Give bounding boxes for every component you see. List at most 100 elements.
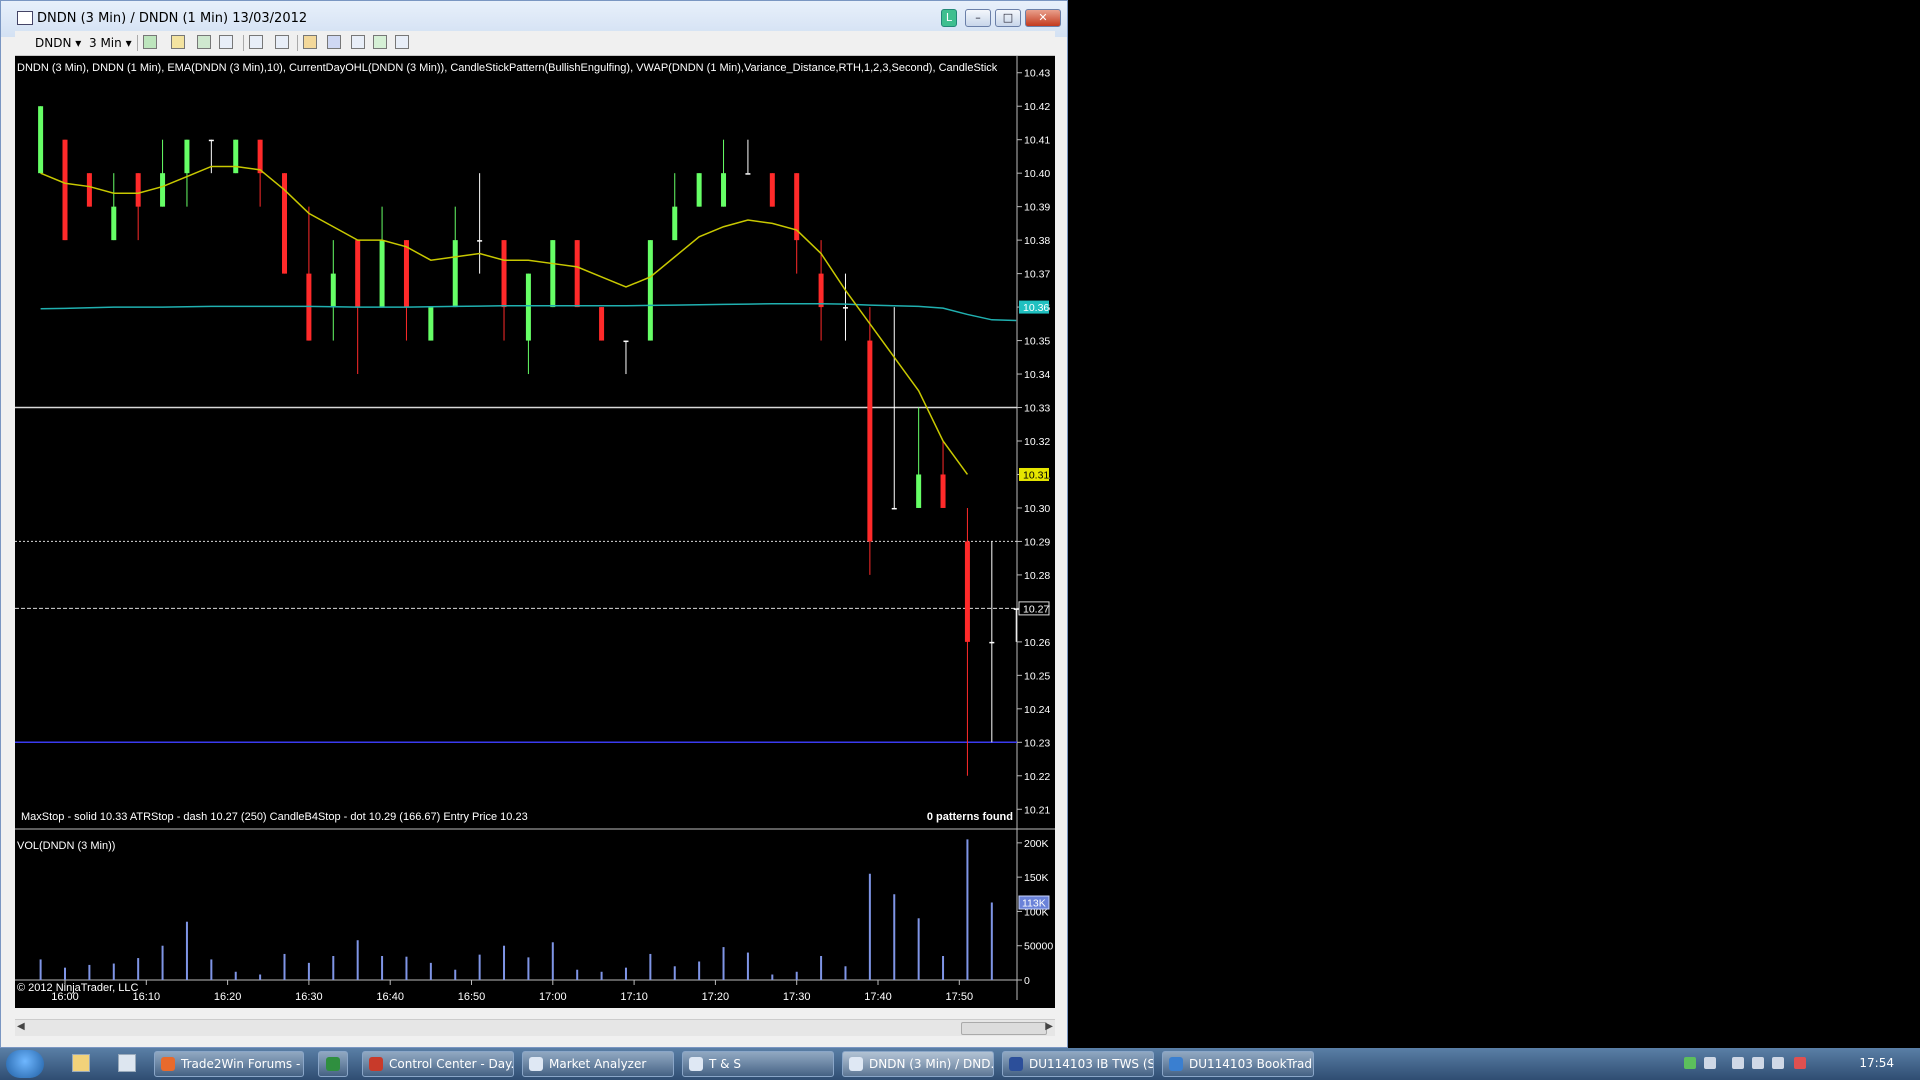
chart-window: DNDN (3 Min) / DNDN (1 Min) 13/03/2012 L… xyxy=(0,0,1068,1048)
chart-app-icon xyxy=(17,11,33,25)
patterns-found-label: 0 patterns found xyxy=(927,811,1013,823)
candle xyxy=(233,139,239,174)
instrument-selector[interactable]: DNDN ▾ xyxy=(35,34,81,52)
price-tick-label: 10.28 xyxy=(1024,570,1050,582)
taskbar-item-label: DU114103 BookTrad... xyxy=(1189,1057,1314,1071)
candle-body xyxy=(867,340,873,542)
crosshair-icon[interactable] xyxy=(249,35,263,49)
taskbar-item-time-and-sales[interactable]: T & S xyxy=(682,1051,834,1077)
candle-body xyxy=(403,240,409,308)
taskbar-item-control-center[interactable]: Control Center - Day... xyxy=(362,1051,514,1077)
zoom-out-icon[interactable] xyxy=(219,35,233,49)
volume-badge-text: 113K xyxy=(1022,898,1046,910)
display-icon[interactable] xyxy=(1752,1057,1764,1069)
taskbar-item-booktrader[interactable]: DU114103 BookTrad... xyxy=(1162,1051,1314,1077)
time-tick-label: 17:10 xyxy=(620,991,648,1003)
close-button[interactable]: ✕ xyxy=(1025,9,1061,27)
candle-body xyxy=(233,139,239,174)
network-status-icon[interactable] xyxy=(1684,1057,1696,1069)
scroll-right-icon[interactable]: ▶ xyxy=(1045,1021,1053,1032)
layout-l-badge[interactable]: L xyxy=(941,9,957,27)
taskbar-item-label: Market Analyzer xyxy=(549,1057,647,1071)
candle-body xyxy=(696,173,702,207)
taskbar-clock[interactable]: 17:54 xyxy=(1859,1056,1894,1070)
taskbar-item-market-analyzer[interactable]: Market Analyzer xyxy=(522,1051,674,1077)
price-chart-area[interactable]: 10.43 10.42 10.41 10.40 10.39 10.38 10.37 10.36… xyxy=(15,56,1055,1008)
price-tick-label: 10.22 xyxy=(1024,771,1050,783)
price-tick-label: 10.26 xyxy=(1024,637,1050,649)
price-tick-label: 10.40 xyxy=(1024,168,1050,180)
candle-body xyxy=(355,240,361,308)
system-tray: 17:54 xyxy=(1676,1048,1920,1080)
candle-body xyxy=(842,307,848,309)
candle xyxy=(38,106,44,174)
scroll-left-icon[interactable]: ◀ xyxy=(17,1021,25,1032)
candle-body xyxy=(745,173,751,175)
windows-taskbar: Trade2Win Forums - ... Control Center - … xyxy=(0,1048,1920,1080)
candle xyxy=(86,173,92,207)
taskbar-item-chart[interactable]: DNDN (3 Min) / DND... xyxy=(842,1051,994,1077)
horizontal-scrollbar[interactable]: ◀ ▶ xyxy=(15,1019,1055,1036)
scroll-thumb[interactable] xyxy=(961,1022,1047,1035)
candle-body xyxy=(623,340,629,343)
candle-body xyxy=(672,206,678,241)
flag-icon[interactable] xyxy=(1732,1057,1744,1069)
candle-body xyxy=(940,474,946,508)
taskbar-item-excel[interactable] xyxy=(318,1051,348,1077)
chart-toolbar: DNDN ▾ 3 Min ▾ xyxy=(15,31,1055,56)
time-tick-label: 16:40 xyxy=(376,991,404,1003)
candle-body xyxy=(452,240,458,308)
candle xyxy=(867,307,873,575)
volume-tick-label: 0 xyxy=(1024,975,1030,987)
taskbar-item-ib-tws[interactable]: DU114103 IB TWS (Si... xyxy=(1002,1051,1154,1077)
show-desktop-icon[interactable] xyxy=(118,1054,136,1072)
interval-label: 3 Min xyxy=(89,36,122,50)
time-tick-label: 17:00 xyxy=(539,991,567,1003)
candle-body xyxy=(111,206,117,241)
taskbar-item-label: Trade2Win Forums - ... xyxy=(181,1057,304,1071)
time-tick-label: 17:50 xyxy=(946,991,974,1003)
properties-list-icon[interactable] xyxy=(395,35,409,49)
chart-canvas[interactable]: 10.43 10.42 10.41 10.40 10.39 10.38 10.37 10.36… xyxy=(15,56,1055,1008)
taskbar-item-trade2win[interactable]: Trade2Win Forums - ... xyxy=(154,1051,304,1077)
price-tick-label: 10.21 xyxy=(1024,804,1050,816)
explorer-icon[interactable] xyxy=(72,1054,90,1072)
speaker-icon[interactable] xyxy=(1772,1057,1784,1069)
price-tick-label: 10.33 xyxy=(1024,403,1050,415)
indicators-icon[interactable] xyxy=(303,35,317,49)
candle-body xyxy=(428,307,434,341)
chart-style-icon[interactable] xyxy=(143,35,157,49)
volume-tick-label: 50000 xyxy=(1024,941,1053,953)
price-tick-label: 10.25 xyxy=(1024,670,1050,682)
candle-body xyxy=(38,106,44,174)
price-tick-label: 10.32 xyxy=(1024,436,1050,448)
price-tick-label: 10.38 xyxy=(1024,235,1050,247)
time-tick-label: 17:30 xyxy=(783,991,811,1003)
snapshot-icon[interactable] xyxy=(351,35,365,49)
candle-body xyxy=(964,541,970,642)
price-tick-label: 10.23 xyxy=(1024,737,1050,749)
volume-badge: 113K xyxy=(1018,895,1050,910)
power-icon[interactable] xyxy=(1794,1057,1806,1069)
start-button[interactable] xyxy=(6,1050,44,1078)
interval-selector[interactable]: 3 Min ▾ xyxy=(89,34,132,52)
volume-icon[interactable] xyxy=(1704,1057,1716,1069)
strategies-icon[interactable] xyxy=(327,35,341,49)
volume-tick-label: 150K xyxy=(1024,872,1049,884)
maximize-button[interactable]: □ xyxy=(995,9,1021,27)
candle-body xyxy=(477,240,483,242)
time-tick-label: 16:00 xyxy=(51,991,79,1003)
candle-body xyxy=(769,173,775,207)
toolbar-divider xyxy=(297,35,298,51)
properties-icon[interactable] xyxy=(373,35,387,49)
drawing-tools-icon[interactable] xyxy=(171,35,185,49)
indicator-legend: DNDN (3 Min), DNDN (1 Min), EMA(DNDN (3 … xyxy=(17,62,998,74)
minimize-button[interactable]: – xyxy=(965,9,991,27)
volume-tick-label: 200K xyxy=(1024,838,1049,850)
data-box-icon[interactable] xyxy=(275,35,289,49)
time-tick-label: 17:20 xyxy=(702,991,730,1003)
candle-body xyxy=(1013,608,1019,610)
zoom-in-icon[interactable] xyxy=(197,35,211,49)
candle-body xyxy=(135,173,141,207)
stops-legend: MaxStop - solid 10.33 ATRStop - dash 10.… xyxy=(21,811,528,823)
